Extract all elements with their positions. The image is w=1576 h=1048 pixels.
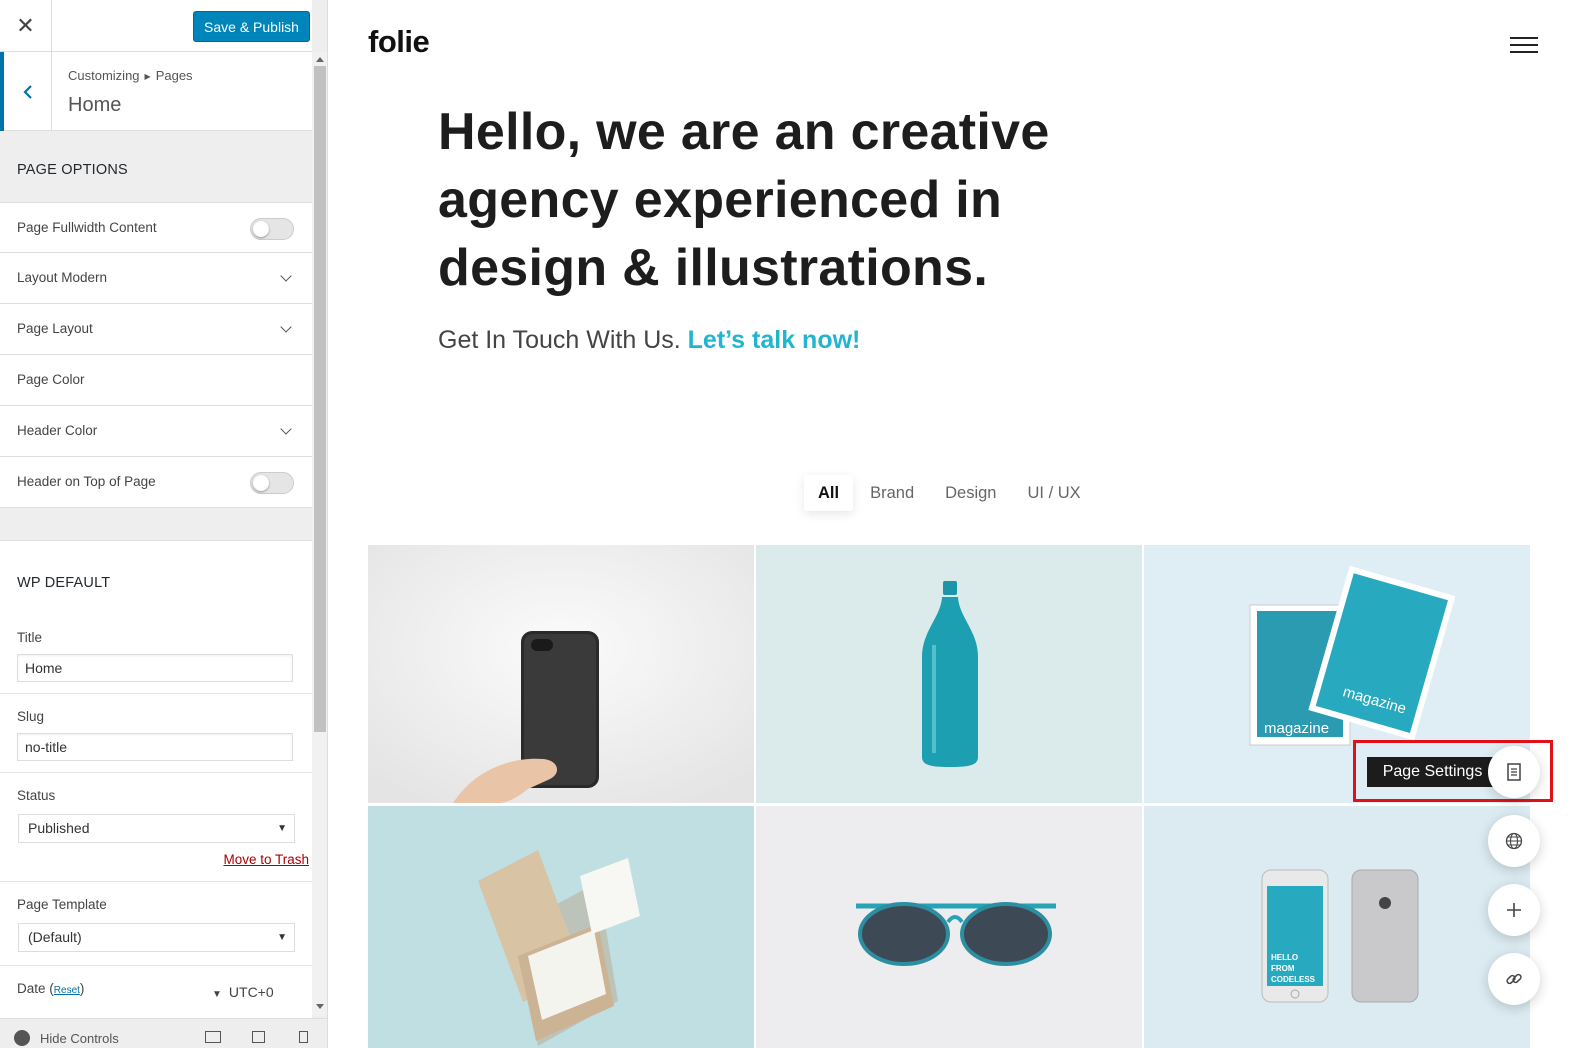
- page-settings-tooltip: Page Settings: [1367, 757, 1498, 787]
- portfolio-item-teal-bottle[interactable]: [756, 545, 1142, 803]
- document-icon: [1507, 763, 1521, 781]
- breadcrumb-separator-icon: ▶: [144, 72, 151, 81]
- filter-ui-ux[interactable]: UI / UX: [1014, 475, 1095, 511]
- dropdown-arrow-icon: ▼: [277, 823, 287, 834]
- title-input[interactable]: Home: [17, 654, 293, 682]
- business-cards-image: [368, 806, 754, 1048]
- wp-default-heading: WP DEFAULT: [17, 575, 111, 591]
- portfolio-item-sunglasses[interactable]: [756, 806, 1142, 1048]
- customizer-header: ✕ Save & Publish: [0, 0, 312, 52]
- filter-design[interactable]: Design: [931, 475, 1010, 511]
- divider: [0, 693, 312, 694]
- mobile-preview-icon[interactable]: [299, 1031, 308, 1043]
- scroll-thumb[interactable]: [314, 66, 326, 732]
- filter-all[interactable]: All: [804, 475, 854, 511]
- option-page-layout[interactable]: Page Layout: [0, 304, 312, 355]
- chevron-down-icon: [280, 423, 292, 435]
- move-to-trash-link[interactable]: Move to Trash: [223, 852, 309, 867]
- hide-controls-button[interactable]: Hide Controls: [14, 1030, 119, 1046]
- status-select[interactable]: Published ▼: [18, 814, 295, 843]
- option-header-on-top[interactable]: Header on Top of Page: [0, 457, 312, 508]
- portfolio-filters: All Brand Design UI / UX: [804, 475, 1098, 511]
- close-customizer-button[interactable]: ✕: [0, 0, 52, 52]
- divider: [0, 965, 312, 966]
- slug-input[interactable]: no-title: [17, 733, 293, 761]
- collapse-icon: [14, 1030, 30, 1046]
- phone-in-hand-image: [368, 545, 754, 803]
- breadcrumb: Customizing ▶ Pages: [68, 68, 193, 83]
- header-on-top-toggle[interactable]: [250, 472, 294, 494]
- divider: [0, 772, 312, 773]
- scroll-down-icon[interactable]: [316, 1004, 324, 1009]
- chevron-down-icon: [280, 321, 292, 333]
- chevron-down-icon: [280, 270, 292, 282]
- reset-date-link[interactable]: Reset: [54, 985, 80, 996]
- scroll-up-icon[interactable]: [316, 57, 324, 62]
- customizer-sidebar: ✕ Save & Publish Customizing ▶ Pages Home …: [0, 0, 328, 1048]
- option-layout-modern[interactable]: Layout Modern: [0, 253, 312, 304]
- fullwidth-toggle[interactable]: [250, 218, 294, 240]
- desktop-preview-icon[interactable]: [205, 1031, 221, 1043]
- cta-link[interactable]: Let’s talk now!: [688, 326, 861, 354]
- page-template-select[interactable]: (Default) ▼: [18, 923, 295, 952]
- customizer-footer: Hide Controls: [0, 1018, 327, 1048]
- page-options-heading: PAGE OPTIONS: [17, 162, 128, 178]
- chevron-left-icon: [22, 84, 32, 99]
- option-page-color[interactable]: Page Color: [0, 355, 312, 406]
- plus-icon: [1507, 903, 1521, 917]
- site-settings-button[interactable]: [1488, 815, 1540, 867]
- dropdown-arrow-icon: ▼: [277, 932, 287, 943]
- portfolio-item-black-phone[interactable]: [368, 545, 754, 803]
- option-header-color[interactable]: Header Color: [0, 406, 312, 457]
- site-preview: folie Hello, we are an creative agency e…: [328, 0, 1576, 1048]
- triangle-down-icon: ▼: [212, 989, 222, 1000]
- link-icon: [1506, 973, 1522, 985]
- page-template-label: Page Template: [17, 897, 107, 912]
- filter-brand[interactable]: Brand: [856, 475, 928, 511]
- link-button[interactable]: [1488, 953, 1540, 1005]
- page-name: Home: [68, 94, 122, 116]
- add-button[interactable]: [1488, 884, 1540, 936]
- panel-title: Customizing ▶ Pages Home: [0, 52, 312, 131]
- scrollbar[interactable]: [312, 52, 327, 1016]
- timezone: ▼ UTC+0: [212, 984, 274, 1000]
- sunglasses-image: [756, 806, 1142, 1048]
- site-logo[interactable]: folie: [368, 24, 430, 60]
- hamburger-menu-icon[interactable]: [1510, 37, 1538, 53]
- hero-heading: Hello, we are an creative agency experie…: [438, 103, 1050, 297]
- status-label: Status: [17, 788, 56, 803]
- close-icon: ✕: [16, 13, 35, 38]
- option-page-fullwidth[interactable]: Page Fullwidth Content: [0, 202, 312, 253]
- tablet-preview-icon[interactable]: [252, 1031, 265, 1043]
- portfolio-item-business-cards[interactable]: [368, 806, 754, 1048]
- magazine-label: magazine: [1264, 720, 1330, 737]
- page-settings-button[interactable]: [1488, 746, 1540, 798]
- iphones-image: [1144, 806, 1530, 1048]
- portfolio-item-iphones[interactable]: HELLO FROM CODELESS: [1144, 806, 1530, 1048]
- date-label: Date (Reset): [17, 981, 85, 996]
- globe-icon: [1505, 832, 1523, 850]
- save-publish-button[interactable]: Save & Publish: [193, 11, 310, 42]
- divider: [0, 881, 312, 882]
- bottle-image: [756, 545, 1142, 803]
- back-button[interactable]: [0, 52, 52, 131]
- hero-subtitle: Get In Touch With Us. Let’s talk now!: [438, 326, 861, 354]
- slug-label: Slug: [17, 709, 45, 724]
- title-label: Title: [17, 630, 43, 645]
- phone-screen-text: HELLO FROM CODELESS: [1271, 953, 1316, 984]
